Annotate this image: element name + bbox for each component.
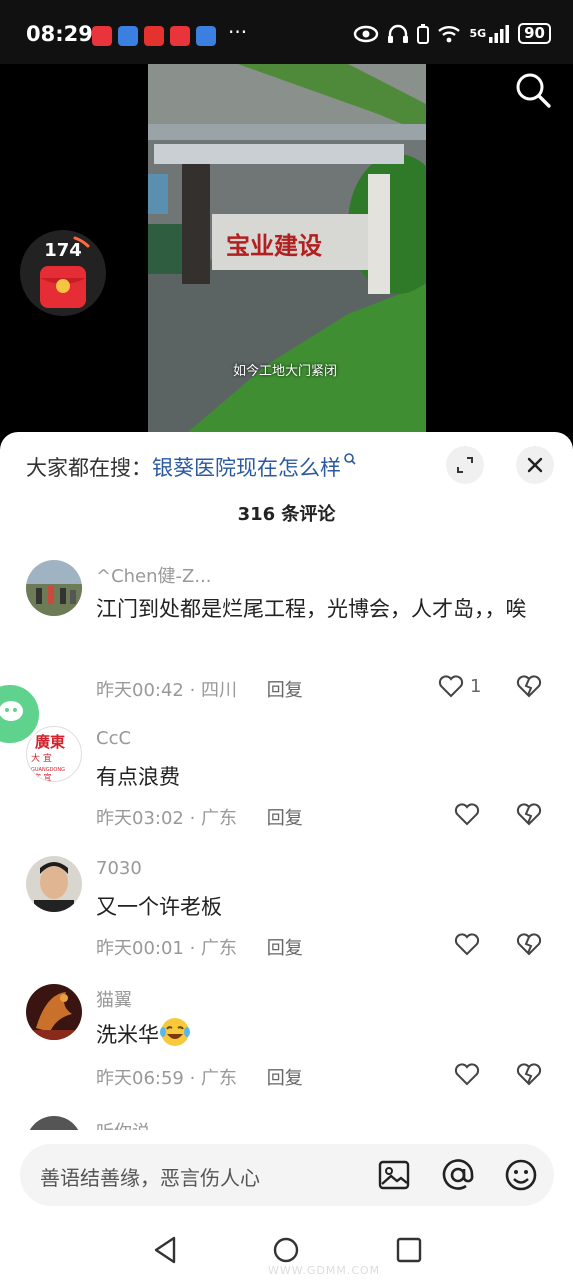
- comment-time: 昨天06:59: [96, 1068, 184, 1089]
- comment-time: 昨天03:02: [96, 808, 184, 829]
- search-icon: [344, 453, 356, 465]
- search-icon: [516, 73, 551, 108]
- red-packet-count: 174: [44, 240, 82, 261]
- comment-text-content: 洗米华: [96, 1023, 159, 1047]
- red-packet-widget[interactable]: 174: [20, 230, 106, 316]
- wifi-icon: [438, 25, 461, 42]
- avatar[interactable]: [26, 856, 82, 912]
- reply-button[interactable]: 回复: [267, 680, 303, 701]
- comment-username[interactable]: ^Chen健-Z...: [96, 562, 212, 588]
- avatar[interactable]: [26, 1116, 82, 1130]
- comment-text: 江门到处都是烂尾工程，光博会，人才岛，，唉: [96, 597, 527, 621]
- comment-input-placeholder: 善语结善缘，恶言伤人心: [40, 1166, 260, 1190]
- broken-heart-icon: [516, 1063, 542, 1086]
- avatar[interactable]: [26, 984, 82, 1040]
- like-button[interactable]: 1: [438, 674, 481, 698]
- comment-username[interactable]: 7030: [96, 858, 142, 879]
- close-icon: [527, 457, 543, 473]
- image-icon[interactable]: [378, 1160, 410, 1190]
- more-notifications-icon: ···: [228, 20, 248, 44]
- app-notification-icon: [92, 26, 112, 46]
- comment-location: 广东: [201, 808, 238, 829]
- signal-icon: [489, 24, 510, 43]
- expand-button[interactable]: [446, 446, 484, 484]
- comment-item: 听你说: [0, 1116, 573, 1130]
- comment-username[interactable]: 猫翼: [96, 986, 132, 1012]
- app-notification-icon: [170, 26, 190, 46]
- reply-button[interactable]: 回复: [267, 1068, 303, 1089]
- hot-search[interactable]: 大家都在搜：银葵医院现在怎么样: [26, 452, 357, 482]
- avatar-text: 宜 宜: [33, 772, 52, 782]
- hot-search-label: 大家都在搜：: [26, 456, 152, 480]
- app-notification-icon: [196, 26, 216, 46]
- notification-icons: [92, 26, 216, 46]
- recents-icon[interactable]: [396, 1237, 422, 1263]
- home-icon[interactable]: [272, 1236, 300, 1264]
- broken-heart-icon: [516, 933, 542, 956]
- status-time: 08:29: [26, 22, 93, 46]
- comment-location: 四川: [201, 680, 238, 701]
- crying-laughing-emoji-icon: [160, 1018, 190, 1046]
- hot-search-link[interactable]: 银葵医院现在怎么样: [152, 456, 341, 480]
- network-label: 5G: [469, 27, 487, 40]
- heart-icon: [438, 675, 464, 698]
- comment-meta: 昨天00:42 · 四川 回复: [96, 680, 303, 701]
- battery-saver-icon: [417, 23, 430, 44]
- close-button[interactable]: [516, 446, 554, 484]
- avatar-text: 大 宜: [31, 752, 52, 764]
- eye-icon: [354, 25, 379, 42]
- gate-sign-text: 宝业建设: [226, 232, 322, 260]
- status-right: 5G 90: [353, 23, 551, 44]
- comment-time: 昨天00:42: [96, 680, 184, 701]
- app-notification-icon: [144, 26, 164, 46]
- comment-meta: 昨天03:02 · 广东 回复: [96, 808, 303, 829]
- comment-text: 有点浪费: [96, 765, 180, 789]
- comment-input[interactable]: 善语结善缘，恶言伤人心: [20, 1144, 554, 1206]
- reply-button[interactable]: 回复: [267, 938, 303, 959]
- like-count: 1: [470, 675, 482, 697]
- like-button[interactable]: [454, 802, 480, 826]
- heart-icon: [454, 1063, 480, 1086]
- avatar[interactable]: [26, 560, 82, 616]
- video-caption: 如今工地大门紧闭: [233, 364, 338, 379]
- heart-icon: [454, 933, 480, 956]
- dislike-button[interactable]: [516, 802, 542, 830]
- comment-text: 又一个许老板: [96, 895, 222, 919]
- search-button[interactable]: [513, 70, 553, 110]
- comment-location: 广东: [201, 938, 238, 959]
- video-player[interactable]: 宝业建设 如今工地大门紧闭 174: [0, 64, 573, 432]
- app-notification-icon: [118, 26, 138, 46]
- comment-username[interactable]: CcC: [96, 728, 131, 749]
- reply-button[interactable]: 回复: [267, 808, 303, 829]
- status-bar: 08:29 ··· 5G 90: [0, 0, 573, 64]
- comment-meta: 昨天00:01 · 广东 回复: [96, 938, 303, 959]
- broken-heart-icon: [516, 803, 542, 826]
- like-button[interactable]: [454, 932, 480, 956]
- expand-icon: [457, 457, 473, 473]
- comment-username[interactable]: 听你说: [96, 1118, 150, 1130]
- mention-icon[interactable]: [442, 1159, 474, 1191]
- comment-time: 昨天00:01: [96, 938, 184, 959]
- dislike-button[interactable]: [516, 1062, 542, 1090]
- heart-icon: [454, 803, 480, 826]
- back-icon[interactable]: [152, 1236, 178, 1264]
- battery-indicator: 90: [518, 23, 551, 44]
- comment-location: 广东: [201, 1068, 238, 1089]
- comments-panel: 大家都在搜：银葵医院现在怎么样 316 条评论 ^Chen健-Z... 江门到处…: [0, 432, 573, 1280]
- emoji-icon[interactable]: [504, 1158, 538, 1192]
- avatar-text: 廣東: [35, 733, 65, 751]
- red-packet-icon: [40, 266, 86, 308]
- dislike-button[interactable]: [516, 674, 542, 702]
- comment-text: 洗米华: [96, 1016, 556, 1054]
- watermark: WWW.GDMM.COM: [268, 1264, 381, 1277]
- headphones-icon: [388, 24, 409, 43]
- like-button[interactable]: [454, 1062, 480, 1086]
- comments-count: 316 条评论: [237, 504, 336, 525]
- dislike-button[interactable]: [516, 932, 542, 960]
- comment-meta: 昨天06:59 · 广东 回复: [96, 1068, 303, 1089]
- wechat-icon: [0, 701, 23, 721]
- broken-heart-icon: [516, 675, 542, 698]
